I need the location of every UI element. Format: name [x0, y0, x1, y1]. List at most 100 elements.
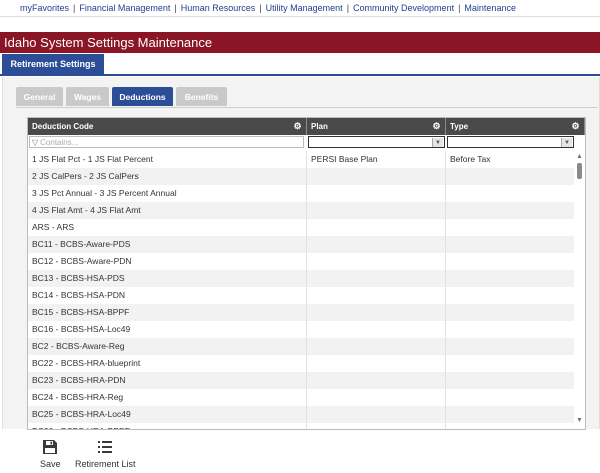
scroll-down-icon[interactable]: ▼	[576, 417, 583, 424]
nav-human-resources[interactable]: Human Resources	[181, 3, 256, 13]
plan-cell	[307, 389, 446, 406]
type-filter-select[interactable]: ▼	[447, 136, 574, 148]
plan-cell	[307, 372, 446, 389]
sub-tab-divider	[16, 107, 598, 108]
deduction-code-cell: BC24 - BCBS-HRA-Reg	[28, 389, 307, 406]
deduction-code-cell: BC2 - BCBS-Aware-Reg	[28, 338, 307, 355]
table-row[interactable]: BC26 - BCBS-HRA-BPPF	[28, 423, 574, 429]
plan-cell	[307, 321, 446, 338]
type-cell	[446, 168, 574, 185]
plan-cell	[307, 236, 446, 253]
plan-cell	[307, 219, 446, 236]
column-header-plan[interactable]: Plan ⚙	[307, 118, 446, 135]
tab-deductions[interactable]: Deductions	[112, 87, 173, 106]
gear-icon[interactable]: ⚙	[293, 122, 302, 131]
gear-icon[interactable]: ⚙	[432, 122, 441, 131]
table-row[interactable]: 4 JS Flat Amt - 4 JS Flat Amt	[28, 202, 574, 219]
table-row[interactable]: 1 JS Flat Pct - 1 JS Flat Percent PERSI B…	[28, 151, 574, 168]
table-row[interactable]: 2 JS CalPers - 2 JS CalPers	[28, 168, 574, 185]
scrollbar-thumb[interactable]	[577, 163, 582, 179]
column-header-label: Type	[450, 122, 469, 131]
plan-cell	[307, 202, 446, 219]
nav-separator: |	[259, 3, 262, 13]
deduction-code-cell: 2 JS CalPers - 2 JS CalPers	[28, 168, 307, 185]
gear-icon[interactable]: ⚙	[571, 122, 580, 131]
type-cell	[446, 202, 574, 219]
type-cell	[446, 423, 574, 429]
main-tab-bar: Retirement Settings	[0, 54, 600, 76]
nav-separator: |	[174, 3, 177, 13]
type-cell: Before Tax	[450, 154, 491, 164]
chevron-down-icon[interactable]: ▼	[432, 138, 443, 147]
plan-cell	[307, 406, 446, 423]
top-nav: myFavorites | Financial Management | Hum…	[0, 0, 600, 17]
deduction-code-cell: BC13 - BCBS-HSA-PDS	[28, 270, 307, 287]
deduction-code-cell: BC16 - BCBS-HSA-Loc49	[28, 321, 307, 338]
deduction-code-cell: BC23 - BCBS-HRA-PDN	[28, 372, 307, 389]
table-row[interactable]: BC11 - BCBS-Aware-PDS	[28, 236, 574, 253]
column-header-label: Plan	[311, 122, 328, 131]
save-button-label: Save	[40, 459, 61, 469]
scroll-up-icon[interactable]: ▲	[576, 153, 583, 160]
table-row[interactable]: 3 JS Pct Annual - 3 JS Percent Annual	[28, 185, 574, 202]
nav-maintenance[interactable]: Maintenance	[464, 3, 516, 13]
nav-community-development[interactable]: Community Development	[353, 3, 454, 13]
grid-body: 1 JS Flat Pct - 1 JS Flat Percent PERSI B…	[28, 151, 574, 429]
type-cell	[446, 185, 574, 202]
table-row[interactable]: BC25 - BCBS-HRA-Loc49	[28, 406, 574, 423]
retirement-list-button[interactable]: Retirement List	[75, 438, 136, 469]
type-cell	[446, 253, 574, 270]
nav-separator: |	[458, 3, 461, 13]
filter-placeholder: Contains...	[40, 137, 79, 147]
type-cell	[446, 406, 574, 423]
title-banner: Idaho System Settings Maintenance	[0, 32, 600, 53]
deduction-code-cell: BC22 - BCBS-HRA-blueprint	[28, 355, 307, 372]
plan-cell	[307, 168, 446, 185]
type-cell	[446, 372, 574, 389]
list-icon	[98, 441, 113, 453]
type-cell	[446, 270, 574, 287]
plan-cell: PERSI Base Plan	[307, 151, 446, 168]
deduction-code-cell: BC11 - BCBS-Aware-PDS	[28, 236, 307, 253]
chevron-down-icon[interactable]: ▼	[561, 138, 572, 147]
deduction-code-filter-input[interactable]: ▽ Contains...	[29, 136, 304, 148]
plan-cell	[307, 185, 446, 202]
vertical-scrollbar[interactable]: ▲ ▼	[574, 135, 585, 429]
tab-benefits[interactable]: Benefits	[176, 87, 227, 106]
nav-myfavorites[interactable]: myFavorites	[20, 3, 69, 13]
deduction-code-cell: BC15 - BCBS-HSA-BPPF	[28, 304, 307, 321]
plan-cell	[307, 253, 446, 270]
type-cell	[446, 219, 574, 236]
table-row[interactable]: BC23 - BCBS-HRA-PDN	[28, 372, 574, 389]
filter-icon: ▽	[32, 137, 39, 147]
table-row[interactable]: BC12 - BCBS-Aware-PDN	[28, 253, 574, 270]
save-button[interactable]: Save	[40, 438, 61, 469]
column-header-type[interactable]: Type ⚙	[446, 118, 585, 135]
table-row[interactable]: BC2 - BCBS-Aware-Reg	[28, 338, 574, 355]
table-row[interactable]: ARS - ARS	[28, 219, 574, 236]
type-cell	[446, 389, 574, 406]
table-row[interactable]: BC13 - BCBS-HSA-PDS	[28, 270, 574, 287]
nav-utility-management[interactable]: Utility Management	[266, 3, 343, 13]
bottom-toolbar: Save Retirement List	[0, 430, 600, 473]
table-row[interactable]: BC14 - BCBS-HSA-PDN	[28, 287, 574, 304]
column-header-deduction-code[interactable]: Deduction Code ⚙	[28, 118, 307, 135]
tab-general[interactable]: General	[16, 87, 63, 106]
plan-cell	[307, 304, 446, 321]
table-row[interactable]: BC15 - BCBS-HSA-BPPF	[28, 304, 574, 321]
plan-cell	[307, 270, 446, 287]
tab-retirement-settings[interactable]: Retirement Settings	[2, 54, 104, 74]
plan-cell	[307, 287, 446, 304]
table-row[interactable]: BC16 - BCBS-HSA-Loc49	[28, 321, 574, 338]
deduction-code-cell: 3 JS Pct Annual - 3 JS Percent Annual	[28, 185, 307, 202]
nav-financial-management[interactable]: Financial Management	[79, 3, 170, 13]
plan-filter-select[interactable]: ▼	[308, 136, 445, 148]
type-cell	[446, 304, 574, 321]
tab-wages[interactable]: Wages	[66, 87, 109, 106]
grid-header: Deduction Code ⚙ Plan ⚙ Type ⚙	[28, 118, 585, 135]
nav-separator: |	[346, 3, 350, 13]
table-row[interactable]: BC24 - BCBS-HRA-Reg	[28, 389, 574, 406]
deduction-code-cell: BC14 - BCBS-HSA-PDN	[28, 287, 307, 304]
sub-tab-bar: General Wages Deductions Benefits	[16, 87, 230, 107]
table-row[interactable]: BC22 - BCBS-HRA-blueprint	[28, 355, 574, 372]
